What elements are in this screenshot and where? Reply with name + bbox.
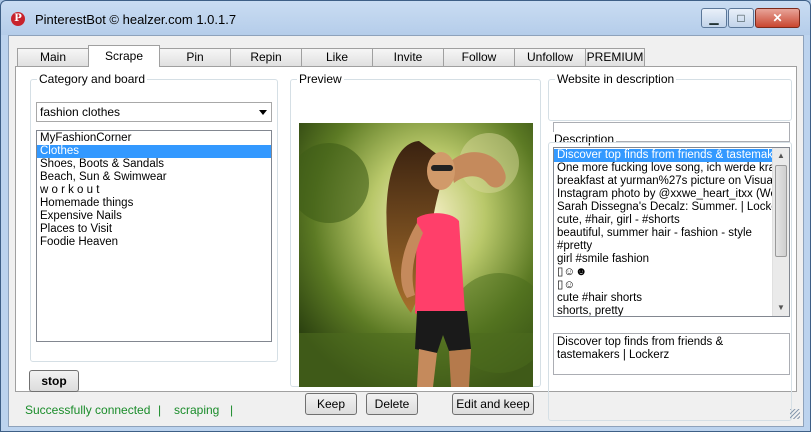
description-item[interactable]: breakfast at yurman%27s picture on Visua… — [554, 175, 789, 188]
window-title: PinterestBot © healzer.com 1.0.1.7 — [35, 12, 237, 27]
close-button[interactable]: ✕ — [755, 8, 800, 28]
board-item[interactable]: Beach, Sun & Swimwear — [37, 171, 271, 184]
description-item[interactable]: #pretty — [554, 240, 773, 253]
tab-main[interactable]: Main — [17, 48, 89, 66]
category-dropdown-value: fashion clothes — [40, 105, 121, 119]
status-bar: Successfully connected | scraping | — [8, 399, 804, 427]
tab-premium[interactable]: PREMIUM — [585, 48, 645, 66]
tab-like[interactable]: Like — [301, 48, 373, 66]
scroll-thumb[interactable] — [775, 165, 787, 257]
pinterest-logo-icon: P — [11, 12, 25, 26]
description-item[interactable]: ▯☺ — [554, 279, 773, 292]
category-group-label: Category and board — [37, 72, 148, 86]
description-item[interactable]: Instagram photo by @xxwe_heart_itxx (Weh… — [554, 188, 789, 201]
board-item[interactable]: Places to Visit — [37, 223, 271, 236]
tab-pin[interactable]: Pin — [159, 48, 231, 66]
preview-image — [299, 123, 533, 387]
status-separator: | — [230, 403, 234, 417]
board-item-selected[interactable]: Clothes — [37, 145, 271, 158]
preview-photo — [299, 123, 533, 387]
tab-repin[interactable]: Repin — [230, 48, 302, 66]
preview-group-label: Preview — [297, 72, 344, 86]
description-item[interactable]: cute #hair shorts — [554, 292, 773, 305]
maximize-button[interactable]: □ — [728, 8, 754, 28]
maximize-icon: □ — [737, 11, 745, 25]
tab-unfollow[interactable]: Unfollow — [514, 48, 586, 66]
category-group: Category and board fashion clothes MyFas… — [30, 72, 278, 362]
stop-button[interactable]: stop — [29, 370, 79, 392]
tab-follow[interactable]: Follow — [443, 48, 515, 66]
board-item[interactable]: Homemade things — [37, 197, 271, 210]
board-item[interactable]: Foodie Heaven — [37, 236, 271, 249]
description-item[interactable]: cute, #hair, girl - #shorts — [554, 214, 773, 227]
title-bar: P PinterestBot © healzer.com 1.0.1.7 ▁ □… — [1, 1, 810, 35]
scrape-state: scraping — [174, 403, 220, 417]
app-window: P PinterestBot © healzer.com 1.0.1.7 ▁ □… — [0, 0, 811, 432]
resize-grip-icon[interactable] — [790, 409, 800, 419]
chevron-down-icon — [259, 110, 267, 115]
client-area: Main Scrape Pin Repin Like Invite Follow… — [8, 35, 804, 427]
description-item[interactable]: Sarah Dissegna's Decalz: Summer. | Locke… — [554, 201, 787, 214]
board-item[interactable]: w o r k o u t — [37, 184, 271, 197]
website-group: Website in description — [548, 72, 792, 121]
scroll-down-icon[interactable]: ▼ — [773, 300, 789, 316]
tab-strip: Main Scrape Pin Repin Like Invite Follow… — [17, 45, 645, 67]
scroll-up-icon[interactable]: ▲ — [773, 148, 789, 164]
minimize-button[interactable]: ▁ — [701, 8, 727, 28]
website-group-label: Website in description — [555, 72, 677, 86]
connection-status: Successfully connected — [25, 403, 151, 417]
tab-invite[interactable]: Invite — [372, 48, 444, 66]
close-icon: ✕ — [772, 11, 783, 25]
description-item[interactable]: beautiful, summer hair - fashion - style — [554, 227, 773, 240]
board-item[interactable]: Shoes, Boots & Sandals — [37, 158, 271, 171]
description-list-items: Discover top finds from friends & tastem… — [554, 149, 789, 316]
status-separator: | — [158, 403, 162, 417]
description-item[interactable]: shorts, pretty — [554, 305, 773, 316]
description-editor[interactable]: Discover top finds from friends & tastem… — [553, 333, 790, 375]
tab-scrape[interactable]: Scrape — [88, 45, 160, 67]
scrape-panel: Category and board fashion clothes MyFas… — [15, 66, 797, 421]
description-item[interactable]: ▯☺☻ — [554, 266, 773, 279]
description-item-selected[interactable]: Discover top finds from friends & tastem… — [554, 149, 789, 162]
description-item[interactable]: girl #smile fashion — [554, 253, 773, 266]
minimize-icon: ▁ — [709, 11, 719, 25]
category-dropdown[interactable]: fashion clothes — [36, 102, 272, 122]
board-list[interactable]: MyFashionCorner Clothes Shoes, Boots & S… — [36, 130, 272, 342]
description-item[interactable]: One more fucking love song, ich werde kr… — [554, 162, 787, 175]
description-scrollbar[interactable]: ▲ ▼ — [772, 148, 789, 316]
board-item[interactable]: MyFashionCorner — [37, 132, 271, 145]
description-list[interactable]: Discover top finds from friends & tastem… — [553, 147, 790, 317]
board-item[interactable]: Expensive Nails — [37, 210, 271, 223]
